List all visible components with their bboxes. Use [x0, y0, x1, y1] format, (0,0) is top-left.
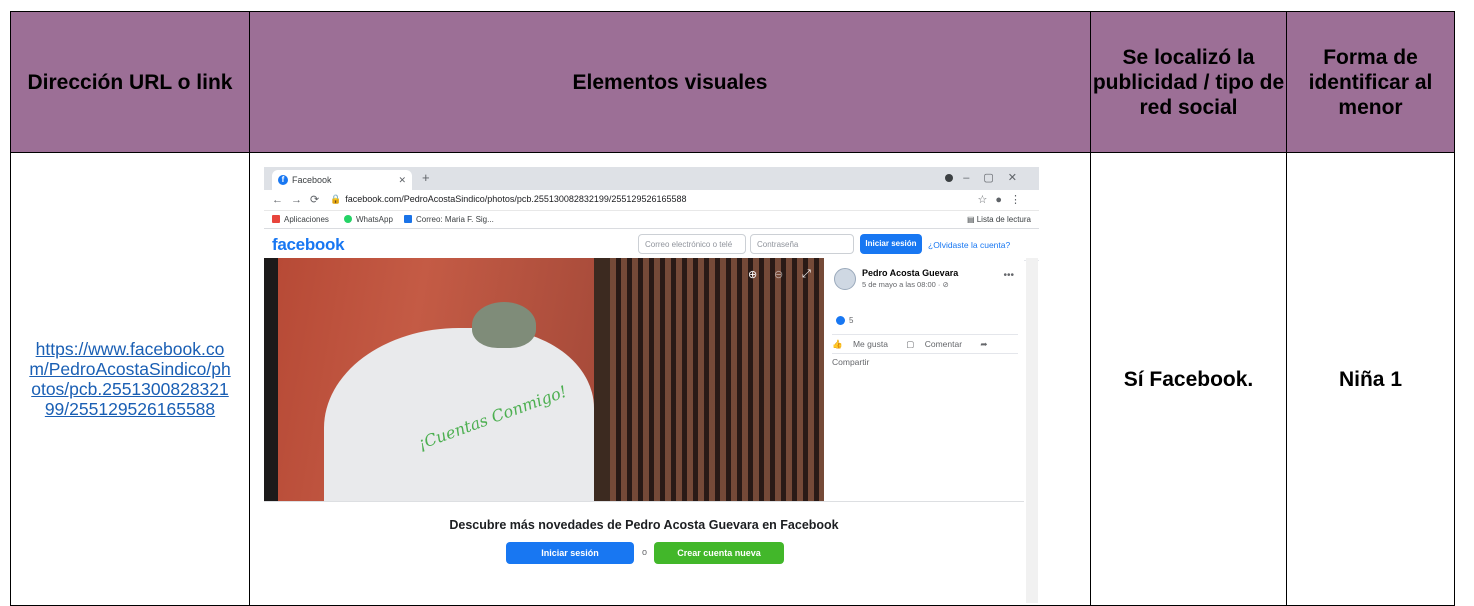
fullscreen-icon[interactable]: ⤢ [802, 268, 811, 281]
window-controls[interactable]: –▢✕ [963, 171, 1031, 184]
forgot-account-link[interactable]: ¿Olvidaste la cuenta? [928, 240, 1010, 250]
more-options-icon[interactable]: ••• [1003, 270, 1014, 281]
share-icon: ➦ [980, 339, 988, 349]
mail-icon [404, 215, 412, 223]
facebook-logo[interactable]: facebook [272, 235, 345, 255]
post-author[interactable]: Pedro Acosta Guevara [862, 268, 958, 278]
browser-screenshot: f Facebook ✕ + –▢✕ ←→⟳ 🔒 facebook.com/Ped… [264, 167, 1039, 603]
tab-strip: f Facebook ✕ + –▢✕ [264, 167, 1039, 190]
new-tab-icon[interactable]: + [422, 170, 430, 185]
photo-gate [594, 258, 824, 501]
bookmark-whatsapp-label: WhatsApp [356, 215, 393, 224]
url-cell: https://www.facebook.com/PedroAcostaSind… [10, 152, 250, 606]
like-icon [836, 316, 845, 325]
facebook-favicon-icon: f [278, 175, 288, 185]
reading-list-icon: ▤ [966, 215, 977, 224]
header-row: Dirección URL o link Elementos visuales … [10, 11, 1455, 153]
or-text: o [642, 547, 648, 557]
reading-list[interactable]: ▤ Lista de lectura [967, 215, 1031, 224]
zoom-out-icon[interactable]: ⊖ [774, 268, 783, 281]
star-profile-menu-icon[interactable]: ☆●⋮ [977, 193, 1029, 206]
comment-icon: ▢ [906, 339, 917, 349]
scrollbar[interactable] [1026, 258, 1038, 603]
url-link[interactable]: https://www.facebook.com/PedroAcostaSind… [28, 339, 233, 419]
create-account-button[interactable]: Crear cuenta nueva [654, 542, 784, 564]
zoom-in-icon[interactable]: ⊕ [748, 268, 757, 281]
found-cell: Sí Facebook. [1090, 152, 1287, 606]
table-row: https://www.facebook.com/PedroAcostaSind… [10, 152, 1455, 606]
login-button[interactable]: Iniciar sesión [506, 542, 634, 564]
header-identifier: Forma de identificar al menor [1286, 11, 1455, 153]
bookmark-apps[interactable]: Aplicaciones [272, 215, 329, 224]
bookmark-whatsapp[interactable]: WhatsApp [344, 215, 393, 224]
identifier-cell: Niña 1 [1286, 152, 1455, 606]
reading-list-label: Lista de lectura [976, 215, 1031, 224]
header-found: Se localizó la publicidad / tipo de red … [1090, 11, 1287, 153]
post-actions: 👍 Me gusta ▢ Comentar ➦ Compartir [832, 334, 1018, 367]
header-login-button[interactable]: Iniciar sesión [860, 234, 922, 254]
bookmark-mail-label: Correo: Maria F. Sig... [416, 215, 494, 224]
bookmarks-bar: Aplicaciones WhatsApp Correo: Maria F. S… [264, 211, 1039, 229]
lock-icon: 🔒 [330, 194, 342, 204]
thumbs-up-icon: 👍 [832, 339, 845, 349]
comment-button[interactable]: ▢ Comentar [906, 339, 970, 349]
photo-door [594, 258, 610, 501]
avatar[interactable] [834, 268, 856, 290]
browser-tab[interactable]: f Facebook ✕ [272, 170, 412, 190]
header-url: Dirección URL o link [10, 11, 250, 153]
tab-title: Facebook [292, 175, 332, 185]
apps-grid-icon [272, 215, 280, 223]
like-button[interactable]: 👍 Me gusta [832, 339, 896, 349]
bookmark-apps-label: Aplicaciones [284, 215, 329, 224]
evidence-table: Dirección URL o link Elementos visuales … [10, 11, 1455, 606]
discover-text: Descubre más novedades de Pedro Acosta G… [449, 518, 839, 532]
close-tab-icon[interactable]: ✕ [398, 170, 406, 190]
bookmark-mail[interactable]: Correo: Maria F. Sig... [404, 215, 494, 224]
share-button-label: Compartir [832, 357, 870, 367]
email-field[interactable]: Correo electrónico o telé [638, 234, 746, 254]
password-field[interactable]: Contraseña [750, 234, 854, 254]
comment-button-label: Comentar [924, 339, 963, 349]
signup-banner: Descubre más novedades de Pedro Acosta G… [264, 501, 1024, 603]
header-visual-elements: Elementos visuales [249, 11, 1091, 153]
post-photo[interactable]: ¡Cuentas Conmigo! ⊕ ⊖ ⤢ [264, 258, 824, 501]
address-text: facebook.com/PedroAcostaSindico/photos/p… [345, 194, 687, 204]
like-count: 5 [836, 316, 853, 325]
visual-cell: f Facebook ✕ + –▢✕ ←→⟳ 🔒 facebook.com/Ped… [249, 152, 1091, 606]
photo-cap [472, 302, 536, 348]
address-field[interactable]: 🔒 facebook.com/PedroAcostaSindico/photos/… [330, 194, 687, 205]
post-date: 5 de mayo a las 08:00 · ⊘ [862, 280, 949, 289]
like-count-value: 5 [849, 316, 854, 325]
facebook-header: facebook Correo electrónico o telé Contr… [264, 229, 1039, 261]
nav-arrows-icon[interactable]: ←→⟳ [272, 193, 327, 206]
whatsapp-icon [344, 215, 352, 223]
like-button-label: Me gusta [852, 339, 888, 349]
record-icon [945, 174, 953, 182]
post-sidebar: Pedro Acosta Guevara 5 de mayo a las 08:… [824, 258, 1024, 501]
address-bar: ←→⟳ 🔒 facebook.com/PedroAcostaSindico/pho… [264, 190, 1039, 211]
